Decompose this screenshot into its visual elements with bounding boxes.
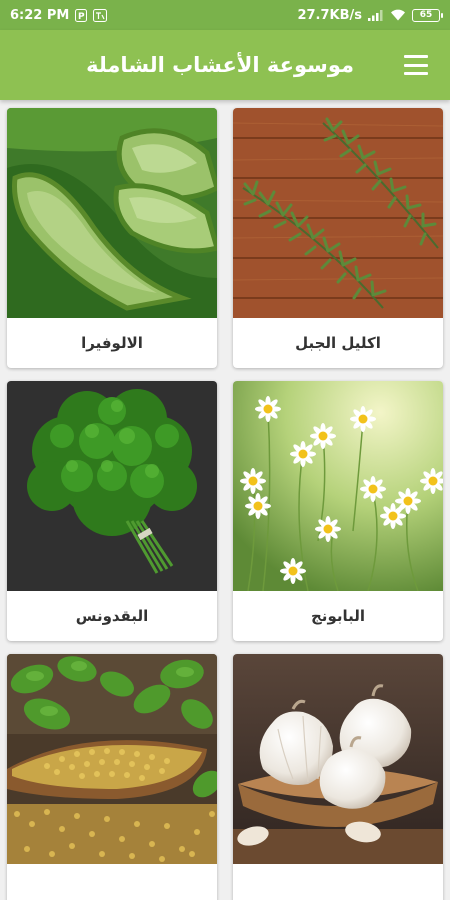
herb-label: البقدونس: [75, 607, 149, 625]
status-right: 27.7KB/s 65: [297, 7, 443, 23]
herb-label: [7, 864, 217, 900]
status-time: 6:22 PM: [10, 7, 70, 23]
herb-label: [233, 864, 443, 900]
network-speed: 27.7KB/s: [297, 7, 362, 23]
svg-text:P: P: [78, 12, 85, 22]
herb-grid: اكليل الجبل الالوفيرا البابونج البقدونس: [0, 100, 450, 900]
app-bar: موسوعة الأعشاب الشاملة: [0, 30, 450, 100]
herb-card-fenugreek[interactable]: [7, 654, 217, 900]
herb-card-aloe-vera[interactable]: الالوفيرا: [7, 108, 217, 368]
herb-label: الالوفيرا: [81, 334, 143, 352]
herb-card-rosemary[interactable]: اكليل الجبل: [233, 108, 443, 368]
parking-icon: P: [75, 8, 88, 22]
translate-icon: [93, 8, 108, 22]
wifi-icon: [390, 9, 406, 21]
herb-label: اكليل الجبل: [295, 334, 381, 352]
app-title: موسوعة الأعشاب الشاملة: [86, 53, 354, 77]
rosemary-image: [233, 108, 443, 318]
signal-icon: [368, 9, 384, 21]
parsley-image: [7, 381, 217, 591]
chamomile-image: [233, 381, 443, 591]
herb-card-garlic[interactable]: [233, 654, 443, 900]
herb-card-chamomile[interactable]: البابونج: [233, 381, 443, 641]
status-left: 6:22 PM P: [10, 7, 108, 23]
fenugreek-image: [7, 654, 217, 864]
herb-label: البابونج: [311, 607, 366, 625]
battery-icon: 65: [412, 8, 443, 22]
garlic-image: [233, 654, 443, 864]
status-bar: 6:22 PM P 27.7KB/s 65: [0, 0, 450, 30]
aloe-vera-image: [7, 108, 217, 318]
herb-card-parsley[interactable]: البقدونس: [7, 381, 217, 641]
menu-icon[interactable]: [404, 52, 432, 78]
